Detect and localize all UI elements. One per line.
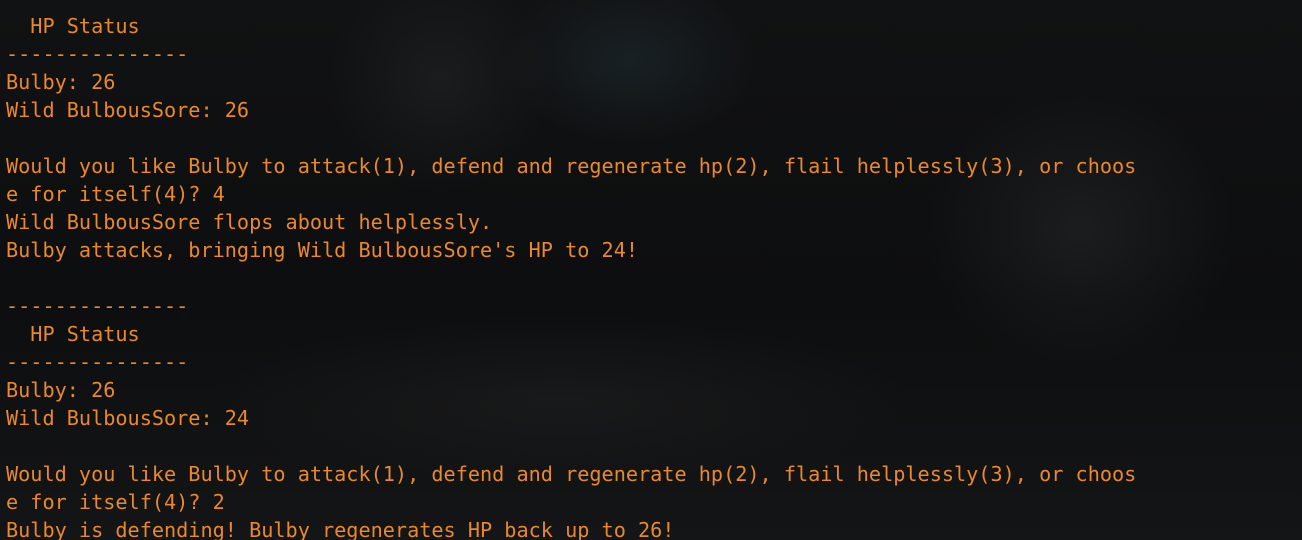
action-prompt: Would you like Bulby to attack(1), defen…: [6, 462, 1137, 486]
player-hp-line: Bulby: 26: [6, 70, 116, 94]
battle-message: Bulby is defending! Bulby regenerates HP…: [6, 518, 675, 540]
status-divider: ---------------: [6, 350, 189, 374]
status-divider: ---------------: [6, 42, 189, 66]
hp-status-heading: HP Status: [6, 14, 140, 38]
terminal-window[interactable]: --------------- HP Status ---------------…: [0, 0, 1302, 540]
battle-message: Bulby attacks, bringing Wild BulbousSore…: [6, 238, 639, 262]
action-prompt-with-input: e for itself(4)? 2: [6, 490, 225, 514]
status-divider: ---------------: [6, 294, 189, 318]
terminal-output: --------------- HP Status ---------------…: [6, 0, 1136, 540]
status-divider: ---------------: [6, 0, 1136, 12]
hp-status-heading: HP Status: [6, 322, 140, 346]
action-prompt-with-input: e for itself(4)? 4: [6, 182, 225, 206]
enemy-hp-line: Wild BulbousSore: 26: [6, 98, 250, 122]
enemy-hp-line: Wild BulbousSore: 24: [6, 406, 250, 430]
battle-message: Wild BulbousSore flops about helplessly.: [6, 210, 493, 234]
action-prompt: Would you like Bulby to attack(1), defen…: [6, 154, 1137, 178]
player-hp-line: Bulby: 26: [6, 378, 116, 402]
